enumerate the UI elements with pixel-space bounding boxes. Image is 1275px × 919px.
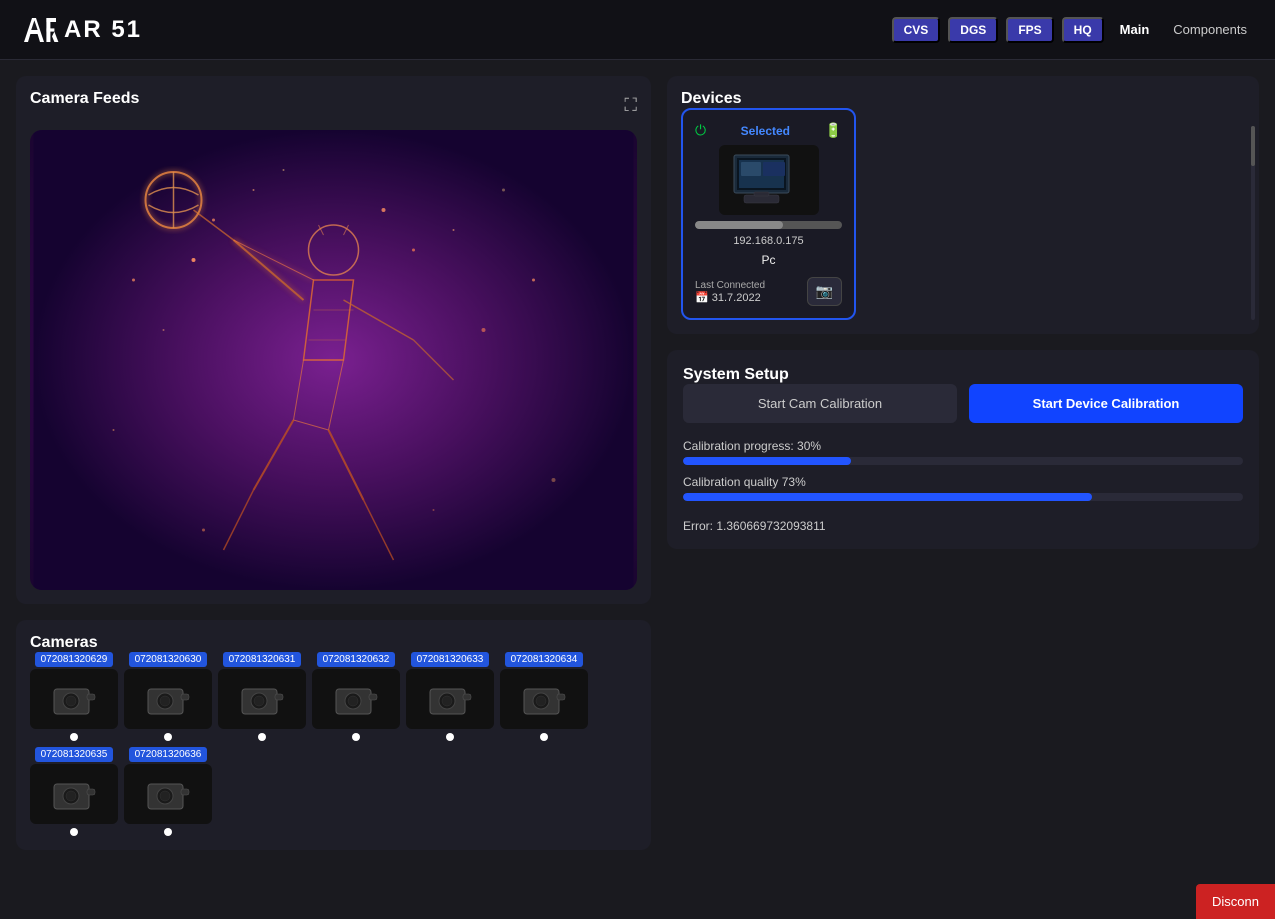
nav-right: CVS DGS FPS HQ Main Components xyxy=(892,17,1255,43)
list-item: 072081320630 xyxy=(124,652,212,741)
list-item: 072081320633 xyxy=(406,652,494,741)
camera-badge: 072081320631 xyxy=(223,652,302,667)
calibration-quality-label: Calibration quality 73% xyxy=(683,475,1243,489)
camera-badge: 072081320633 xyxy=(411,652,490,667)
last-connected-info: Last Connected 📅 31.7.2022 xyxy=(695,280,765,304)
list-item: 072081320635 xyxy=(30,747,118,836)
last-connected-label: Last Connected xyxy=(695,280,765,291)
power-icon: ⏻ xyxy=(695,122,706,139)
calibration-quality-track xyxy=(683,493,1243,501)
camera-status-dot xyxy=(258,733,266,741)
camera-badge: 072081320630 xyxy=(129,652,208,667)
camera-badge: 072081320636 xyxy=(129,747,208,762)
scrollbar-track[interactable] xyxy=(1251,126,1255,320)
camera-badge: 072081320632 xyxy=(317,652,396,667)
camera-status-dot xyxy=(540,733,548,741)
device-name: Pc xyxy=(761,253,775,267)
list-item: 072081320634 xyxy=(500,652,588,741)
figure-svg xyxy=(30,130,637,590)
calibration-quality-group: Calibration quality 73% xyxy=(683,475,1243,501)
camera-feeds-header: Camera Feeds ⛶ xyxy=(30,90,637,120)
last-connected-date: 📅 31.7.2022 xyxy=(695,291,765,304)
cameras-title: Cameras xyxy=(30,634,98,651)
battery-icon: 🔋 xyxy=(825,122,842,139)
list-item: 072081320632 xyxy=(312,652,400,741)
calibration-quality-fill xyxy=(683,493,1092,501)
camera-icon xyxy=(143,679,193,719)
camera-badge: 072081320634 xyxy=(505,652,584,667)
camera-status-dot xyxy=(352,733,360,741)
camera-badge: 072081320635 xyxy=(35,747,114,762)
cameras-card: Cameras 072081320629 0720 xyxy=(16,620,651,850)
logo-icon xyxy=(20,10,60,50)
calibration-progress-group: Calibration progress: 30% xyxy=(683,439,1243,465)
system-setup-card: System Setup Start Cam Calibration Start… xyxy=(667,350,1259,549)
expand-icon[interactable]: ⛶ xyxy=(624,95,637,116)
nav-badge-dgs[interactable]: DGS xyxy=(948,17,998,43)
main-layout: Camera Feeds ⛶ xyxy=(0,60,1275,919)
camera-feeds-title: Camera Feeds xyxy=(30,90,139,108)
camera-thumb[interactable] xyxy=(312,669,400,729)
camera-thumb[interactable] xyxy=(218,669,306,729)
disconnect-button[interactable]: Disconn xyxy=(1196,884,1275,919)
device-ip: 192.168.0.175 xyxy=(733,235,803,247)
device-progress-bar xyxy=(695,221,842,229)
calibration-progress-fill xyxy=(683,457,851,465)
camera-thumb[interactable] xyxy=(124,669,212,729)
calibration-progress-track xyxy=(683,457,1243,465)
camera-feed-image xyxy=(30,130,637,590)
device-card-header: ⏻ Selected 🔋 xyxy=(695,122,842,139)
logo-text: AR 51 xyxy=(64,16,142,44)
error-text: Error: 1.360669732093811 xyxy=(683,519,1243,533)
calibration-progress-label: Calibration progress: 30% xyxy=(683,439,1243,453)
left-panel: Camera Feeds ⛶ xyxy=(16,76,651,903)
camera-icon xyxy=(49,774,99,814)
camera-thumb[interactable] xyxy=(500,669,588,729)
nav-badge-fps[interactable]: FPS xyxy=(1006,17,1053,43)
header: AR 51 CVS DGS FPS HQ Main Components xyxy=(0,0,1275,60)
device-progress-fill xyxy=(695,221,783,229)
camera-snapshot-button[interactable]: 📷 xyxy=(807,277,842,306)
progress-section: Calibration progress: 30% Calibration qu… xyxy=(683,439,1243,533)
camera-icon xyxy=(49,679,99,719)
setup-buttons: Start Cam Calibration Start Device Calib… xyxy=(683,384,1243,423)
list-item: 072081320636 xyxy=(124,747,212,836)
camera-icon xyxy=(237,679,287,719)
selected-badge: Selected xyxy=(741,124,790,138)
devices-title: Devices xyxy=(681,90,742,107)
nav-badge-hq[interactable]: HQ xyxy=(1062,17,1104,43)
list-item: 072081320629 xyxy=(30,652,118,741)
camera-thumb[interactable] xyxy=(124,764,212,824)
camera-badge: 072081320629 xyxy=(35,652,114,667)
camera-icon xyxy=(331,679,381,719)
camera-status-dot xyxy=(70,828,78,836)
camera-thumb[interactable] xyxy=(406,669,494,729)
right-panel: Devices ⏻ Selected 🔋 xyxy=(651,76,1259,903)
list-item: 072081320631 xyxy=(218,652,306,741)
system-setup-title: System Setup xyxy=(683,366,789,383)
camera-status-dot xyxy=(164,733,172,741)
camera-feeds-card: Camera Feeds ⛶ xyxy=(16,76,651,604)
device-image xyxy=(719,145,819,215)
camera-thumb[interactable] xyxy=(30,764,118,824)
camera-icon xyxy=(519,679,569,719)
scrollbar-thumb[interactable] xyxy=(1251,126,1255,166)
cameras-grid: 072081320629 072081320630 xyxy=(30,652,637,836)
camera-icon xyxy=(425,679,475,719)
nav-main-button[interactable]: Main xyxy=(1112,18,1158,41)
camera-icon xyxy=(143,774,193,814)
logo: AR 51 xyxy=(20,10,142,50)
camera-status-dot xyxy=(446,733,454,741)
camera-status-dot xyxy=(70,733,78,741)
device-footer: Last Connected 📅 31.7.2022 📷 xyxy=(695,277,842,306)
camera-thumb[interactable] xyxy=(30,669,118,729)
nav-components-button[interactable]: Components xyxy=(1165,18,1255,41)
nav-badge-cvs[interactable]: CVS xyxy=(892,17,941,43)
device-card: ⏻ Selected 🔋 xyxy=(681,108,856,320)
camera-status-dot xyxy=(164,828,172,836)
start-cam-calibration-button[interactable]: Start Cam Calibration xyxy=(683,384,957,423)
devices-section: Devices ⏻ Selected 🔋 xyxy=(667,76,1259,334)
pc-icon xyxy=(729,150,809,210)
start-device-calibration-button[interactable]: Start Device Calibration xyxy=(969,384,1243,423)
